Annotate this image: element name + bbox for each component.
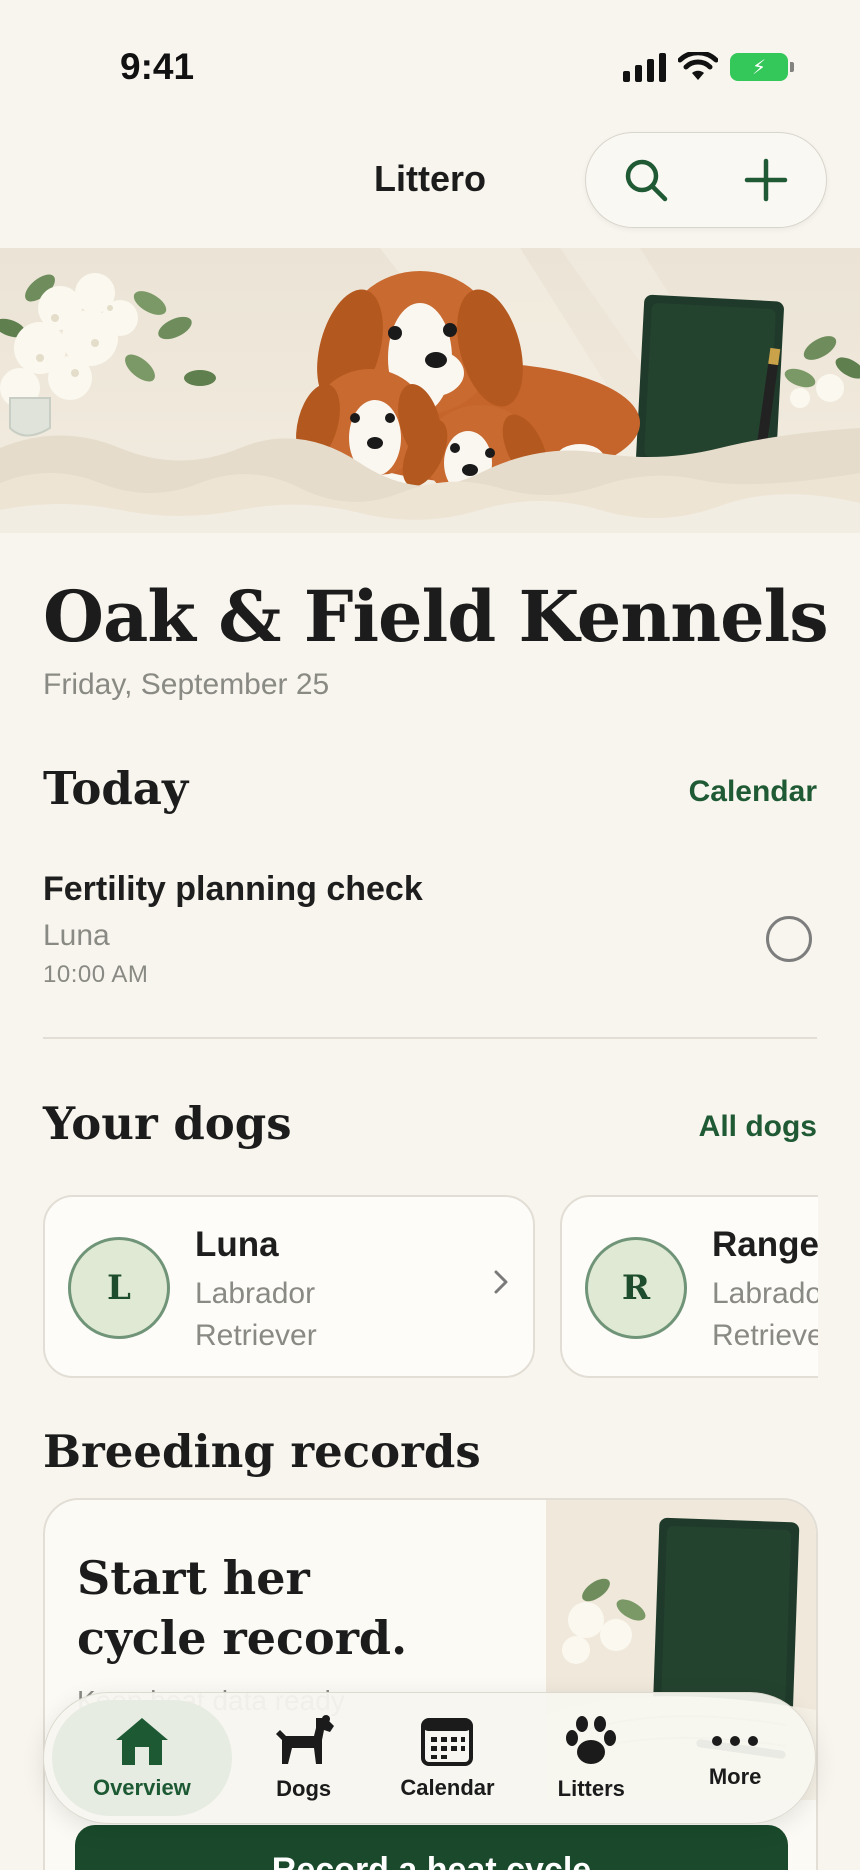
calendar-icon — [421, 1718, 474, 1766]
dog-card-luna[interactable]: L Luna Labrador Retriever — [43, 1195, 535, 1378]
tab-label: Dogs — [276, 1776, 332, 1801]
tab-label: Litters — [557, 1776, 625, 1801]
dog-avatar: R — [585, 1237, 687, 1339]
kennel-name: Oak & Field Kennels — [43, 575, 829, 658]
dog-breed-line2: Retriever — [195, 1319, 317, 1352]
tab-dogs[interactable]: Dogs — [232, 1700, 376, 1816]
tab-overview[interactable]: Overview — [52, 1700, 232, 1816]
search-button[interactable] — [614, 148, 678, 212]
dog-breed-line1: Labrador — [712, 1277, 818, 1310]
tab-label: More — [708, 1764, 762, 1789]
status-bar: 9:41 ⚡ — [0, 0, 860, 130]
breeding-headline-line2: cycle record. — [77, 1611, 408, 1665]
dog-icon — [275, 1715, 334, 1764]
paw-icon — [566, 1716, 617, 1764]
flowers-left — [0, 273, 216, 437]
search-icon — [625, 159, 668, 202]
house-icon — [115, 1718, 168, 1765]
calendar-link[interactable]: Calendar — [689, 775, 817, 809]
battery-charging-icon: ⚡ — [730, 53, 794, 81]
dog-card-range[interactable]: R Range Labrador Retriever — [560, 1195, 818, 1378]
record-heat-cycle-button[interactable]: Record a heat cycle — [75, 1825, 788, 1870]
dog-name: Luna — [195, 1225, 279, 1264]
dogs-carousel[interactable]: L Luna Labrador Retriever R Range Labrad… — [43, 1195, 818, 1380]
plus-icon — [744, 158, 788, 202]
dog-breed: Labrador Retriever — [712, 1273, 818, 1357]
divider — [43, 1037, 817, 1039]
breeding-title: Breeding records — [43, 1425, 481, 1478]
task-title: Fertility planning check — [43, 870, 423, 908]
wifi-icon — [678, 52, 718, 80]
hero-image — [0, 248, 860, 533]
tab-label: Overview — [92, 1775, 191, 1800]
status-icons: ⚡ — [623, 52, 794, 82]
tab-label: Calendar — [400, 1775, 495, 1800]
task-complete-checkbox[interactable] — [766, 916, 812, 962]
cellular-signal-icon — [623, 52, 666, 82]
more-icon — [712, 1736, 759, 1746]
status-time: 9:41 — [120, 46, 195, 87]
tab-calendar[interactable]: Calendar — [376, 1700, 520, 1816]
tab-bar: Overview Dogs Calendar Litters More — [43, 1692, 816, 1824]
tab-litters[interactable]: Litters — [519, 1700, 663, 1816]
task-item[interactable]: Fertility planning check Luna 10:00 AM — [43, 870, 817, 1038]
plant-right — [784, 336, 860, 408]
breeding-headline: Start her cycle record. — [77, 1548, 407, 1668]
dogs-title: Your dogs — [43, 1097, 292, 1150]
task-time: 10:00 AM — [43, 961, 149, 988]
dog-avatar: L — [68, 1237, 170, 1339]
breeding-headline-line1: Start her — [77, 1551, 310, 1605]
add-button[interactable] — [734, 148, 798, 212]
dog-name: Range — [712, 1225, 818, 1264]
dog-breed-line1: Labrador — [195, 1277, 316, 1310]
all-dogs-link[interactable]: All dogs — [699, 1110, 817, 1144]
chevron-right-icon — [494, 1270, 508, 1294]
kennel-date: Friday, September 25 — [43, 668, 330, 701]
today-title: Today — [43, 762, 189, 815]
dog-breed-line2: Retriever — [712, 1319, 818, 1352]
tab-more[interactable]: More — [663, 1700, 807, 1816]
task-dog: Luna — [43, 919, 110, 952]
dog-breed: Labrador Retriever — [195, 1273, 317, 1357]
header-actions — [585, 132, 827, 228]
